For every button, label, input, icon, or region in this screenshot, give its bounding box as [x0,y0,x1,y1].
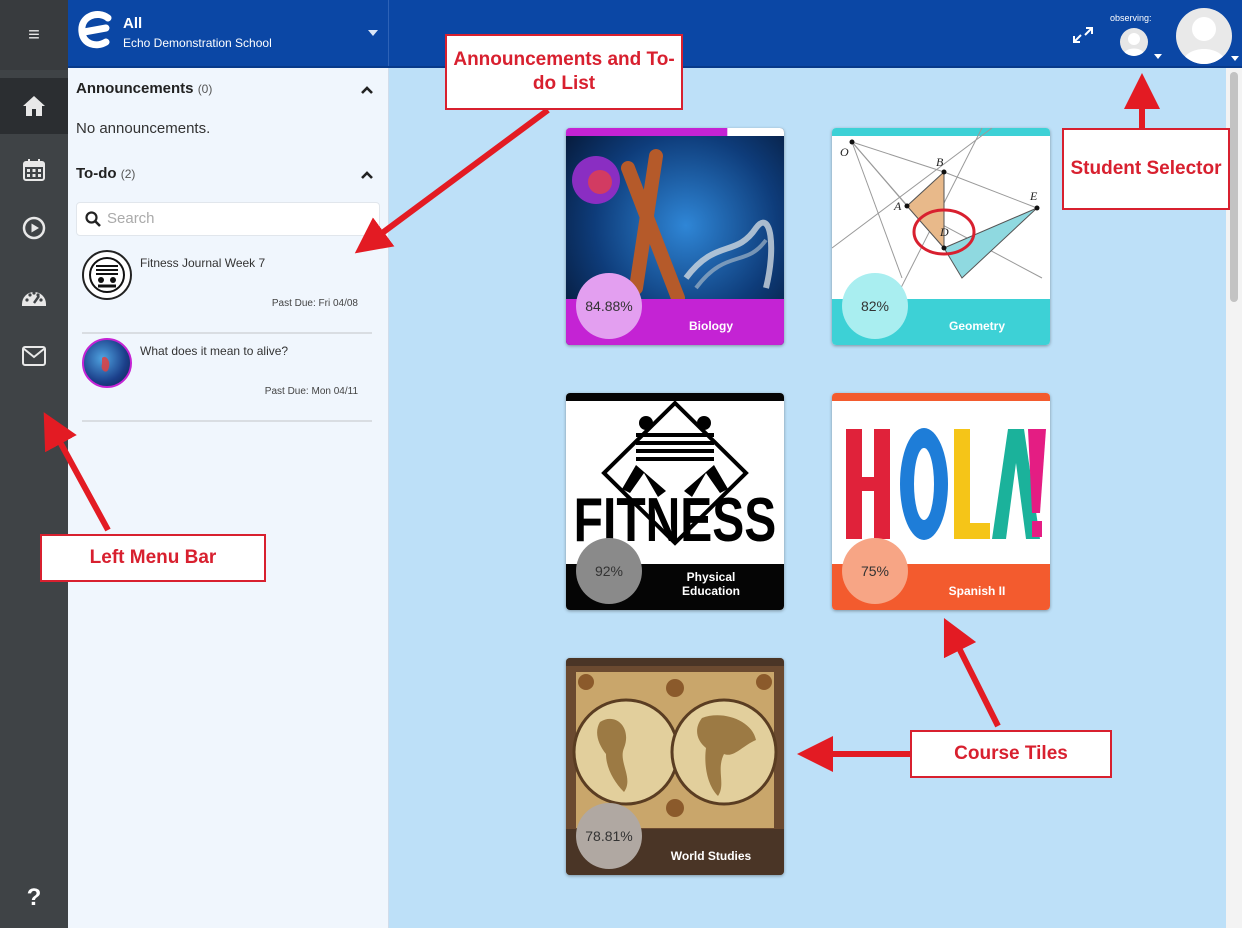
callout-announcements-todo: Announcements and To-do List [445,34,683,110]
arrow-to-todo [354,107,550,254]
callout-course-tiles: Course Tiles [910,730,1112,778]
callout-student-selector: Student Selector [1062,128,1230,210]
annotation-arrows [43,73,1160,772]
arrow-to-spanish-tile [943,617,1001,728]
arrow-to-left-menu [43,412,111,532]
callout-left-menu-bar: Left Menu Bar [40,534,266,582]
